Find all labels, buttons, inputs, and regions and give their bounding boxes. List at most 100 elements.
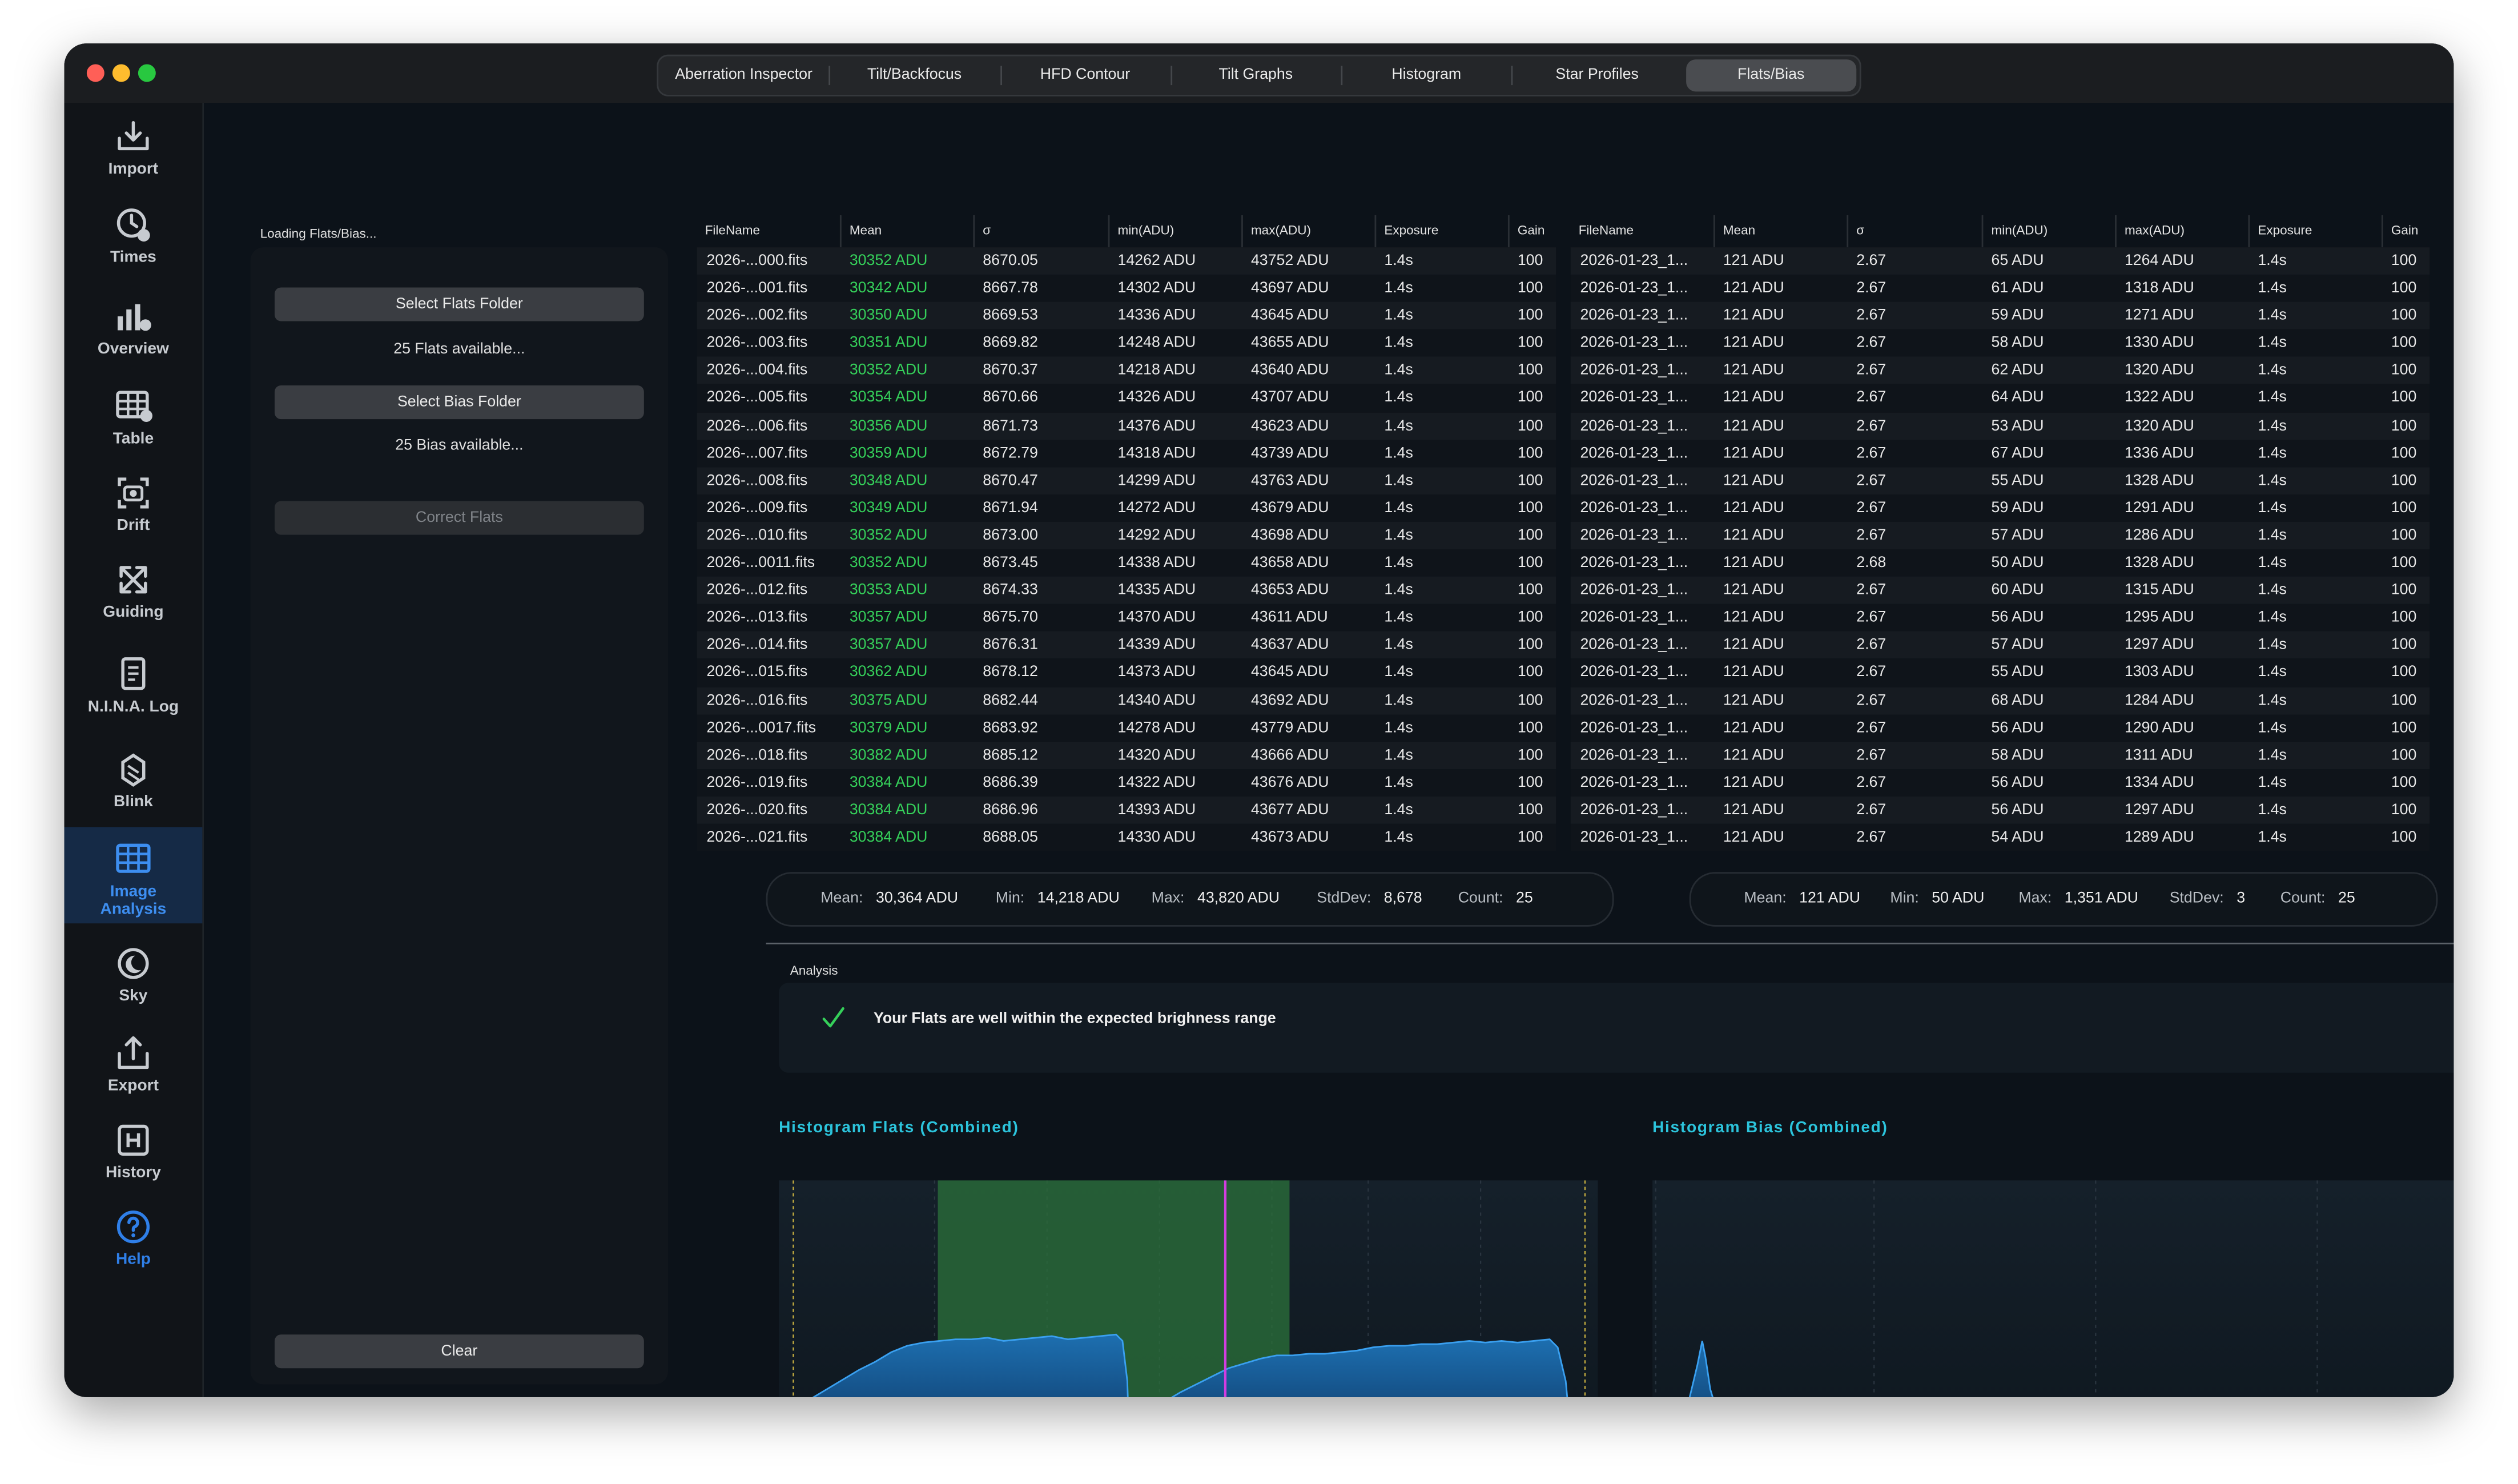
bias-table-body[interactable]: 2026-01-23_1... 121 ADU 2.67 65 ADU 1264 ADU… [1570,247,2430,860]
flats-table-row[interactable]: 2026-...010.fits 30352 ADU 8673.00 14292 AD… [697,521,1556,549]
flats-table-row[interactable]: 2026-...007.fits 30359 ADU 8672.79 14318 AD… [697,439,1556,467]
bias-table-row[interactable]: 2026-01-23_1... 121 ADU 2.67 58 ADU 1330 ADU… [1570,329,2430,357]
bias-table-row[interactable]: 2026-01-23_1... 121 ADU 2.67 59 ADU 1271 ADU… [1570,302,2430,330]
tab-aberration-inspector[interactable]: Aberration Inspector [658,59,829,91]
bias-table-row[interactable]: 2026-01-23_1... 121 ADU 2.67 64 ADU 1322 ADU… [1570,384,2430,412]
flats-table-row[interactable]: 2026-...012.fits 30353 ADU 8674.33 14335 AD… [697,577,1556,605]
flats-cell-filename: 2026-...016.fits [706,691,808,709]
flats-table-row[interactable]: 2026-...013.fits 30357 ADU 8675.70 14370 AD… [697,604,1556,632]
flats-cell-sigma: 8675.70 [983,609,1038,627]
flats-table-row[interactable]: 2026-...014.fits 30357 ADU 8676.31 14339 AD… [697,632,1556,659]
bias-table-row[interactable]: 2026-01-23_1... 121 ADU 2.67 54 ADU 1289 ADU… [1570,823,2430,851]
bias-table-row[interactable]: 2026-01-23_1... 121 ADU 2.68 50 ADU 1328 ADU… [1570,549,2430,577]
bias-cell-gain: 100 [2391,829,2417,847]
bias-table-row[interactable]: 2026-01-23_1... 121 ADU 2.67 68 ADU 1284 ADU… [1570,686,2430,714]
tab-hfd-contour[interactable]: HFD Contour [999,59,1170,91]
bias-table-row[interactable]: 2026-01-23_1... 121 ADU 2.67 58 ADU 1311 ADU… [1570,741,2430,769]
flats-table-row[interactable]: 2026-...002.fits 30350 ADU 8669.53 14336 AD… [697,302,1556,330]
sidebar-item-nina-log[interactable]: N.I.N.A. Log [65,654,203,727]
zoom-window-button[interactable] [138,64,156,82]
bias-col-header-filename[interactable]: FileName [1571,215,1713,247]
bias-table-row[interactable]: 2026-01-23_1... 121 ADU 2.67 59 ADU 1291 ADU… [1570,494,2430,522]
flats-col-header-exposure[interactable]: Exposure [1374,215,1508,248]
bias-table-row[interactable]: 2026-01-23_1... 121 ADU 2.67 55 ADU 1303 ADU… [1570,659,2430,687]
bias-table-row[interactable]: 2026-01-23_1... 121 ADU 2.67 56 ADU 1295 ADU… [1570,604,2430,632]
flats-table-row[interactable]: 2026-...0017.fits 30379 ADU 8683.92 14278 A… [697,714,1556,742]
sidebar-item-import[interactable]: Import [65,116,203,190]
sidebar-item-export[interactable]: Export [65,1032,203,1106]
sidebar-item-drift[interactable]: Drift [65,472,203,546]
bias-col-header-gain[interactable]: Gain [2381,215,2429,248]
sidebar-item-image-analysis[interactable]: Image Analysis [64,827,203,924]
close-window-button[interactable] [86,64,104,82]
bias-table-row[interactable]: 2026-01-23_1... 121 ADU 2.67 56 ADU 1334 ADU… [1570,769,2430,797]
flats-table-row[interactable]: 2026-...021.fits 30384 ADU 8688.05 14330 AD… [697,823,1556,851]
flats-table-row[interactable]: 2026-...018.fits 30382 ADU 8685.12 14320 AD… [697,741,1556,769]
flats-table: FileName Mean σ min(ADU) max(ADU) Exposure Gai… [697,215,1556,851]
bias-table-row[interactable]: 2026-01-23_1... 121 ADU 2.67 56 ADU 1297 ADU… [1570,796,2430,824]
clear-button[interactable]: Clear [274,1334,644,1369]
bias-cell-min: 60 ADU [1991,581,2044,600]
flats-table-row[interactable]: 2026-...004.fits 30352 ADU 8670.37 14218 AD… [697,357,1556,385]
flats-table-row[interactable]: 2026-...005.fits 30354 ADU 8670.66 14326 AD… [697,384,1556,412]
sidebar-item-sky[interactable]: Sky [65,943,203,1016]
bias-table-row[interactable]: 2026-01-23_1... 121 ADU 2.67 56 ADU 1290 ADU… [1570,714,2430,742]
flats-col-header-mean[interactable]: Mean [839,215,973,248]
tab-flats-bias[interactable]: Flats/Bias [1686,59,1857,92]
flats-col-header-sigma[interactable]: σ [973,215,1108,248]
flats-table-row[interactable]: 2026-...015.fits 30362 ADU 8678.12 14373 AD… [697,659,1556,687]
bias-col-header-mean[interactable]: Mean [1713,215,1847,248]
sidebar-item-overview[interactable]: Overview [65,296,203,369]
tab-star-profiles[interactable]: Star Profiles [1511,59,1683,91]
sidebar-item-label: Help [115,1250,151,1269]
sidebar-item-table[interactable]: Table [65,385,203,459]
bias-table-row[interactable]: 2026-01-23_1... 121 ADU 2.67 62 ADU 1320 ADU… [1570,357,2430,385]
flats-col-header-min[interactable]: min(ADU) [1108,215,1241,248]
sidebar-item-guiding[interactable]: Guiding [65,559,203,633]
flats-table-row[interactable]: 2026-...016.fits 30375 ADU 8682.44 14340 AD… [697,686,1556,714]
bias-cell-filename: 2026-01-23_1... [1580,307,1688,325]
tab-histogram[interactable]: Histogram [1341,59,1512,91]
bias-table-row[interactable]: 2026-01-23_1... 121 ADU 2.67 53 ADU 1320 ADU… [1570,412,2430,440]
flats-table-row[interactable]: 2026-...003.fits 30351 ADU 8669.82 14248 AD… [697,329,1556,357]
bias-table-row[interactable]: 2026-01-23_1... 121 ADU 2.67 61 ADU 1318 ADU… [1570,275,2430,303]
bias-col-header-max[interactable]: max(ADU) [2115,215,2248,248]
sidebar-item-times[interactable]: Times [65,204,203,278]
flats-cell-filename: 2026-...013.fits [706,609,808,627]
flats-table-body[interactable]: 2026-...000.fits 30352 ADU 8670.05 14262 AD… [697,247,1556,860]
bias-col-header-min[interactable]: min(ADU) [1981,215,2115,248]
bias-cell-mean: 121 ADU [1723,718,1784,737]
flats-col-header-filename[interactable]: FileName [697,215,840,247]
bias-table-row[interactable]: 2026-01-23_1... 121 ADU 2.67 65 ADU 1264 ADU… [1570,247,2430,275]
sidebar-item-blink[interactable]: Blink [65,749,203,822]
bias-table-row[interactable]: 2026-01-23_1... 121 ADU 2.67 57 ADU 1297 ADU… [1570,632,2430,659]
sidebar-item-help[interactable]: Help [65,1206,203,1280]
select-bias-folder-button[interactable]: Select Bias Folder [274,385,644,420]
bias-table-row[interactable]: 2026-01-23_1... 121 ADU 2.67 67 ADU 1336 ADU… [1570,439,2430,467]
flats-table-row[interactable]: 2026-...008.fits 30348 ADU 8670.47 14299 AD… [697,466,1556,494]
minimize-window-button[interactable] [112,64,130,82]
tab-tilt-graphs[interactable]: Tilt Graphs [1170,59,1341,91]
bias-table-row[interactable]: 2026-01-23_1... 121 ADU 2.67 55 ADU 1328 ADU… [1570,466,2430,494]
flats-table-row[interactable]: 2026-...009.fits 30349 ADU 8671.94 14272 AD… [697,494,1556,522]
flats-cell-gain: 100 [1517,636,1543,654]
bias-col-header-exposure[interactable]: Exposure [2248,215,2382,248]
flats-table-row[interactable]: 2026-...001.fits 30342 ADU 8667.78 14302 AD… [697,275,1556,303]
flats-col-header-gain[interactable]: Gain [1507,215,1556,248]
sidebar-item-history[interactable]: History [65,1119,203,1193]
bias-cell-max: 1318 ADU [2124,279,2194,297]
flats-table-row[interactable]: 2026-...019.fits 30384 ADU 8686.39 14322 AD… [697,769,1556,797]
flats-table-row[interactable]: 2026-...006.fits 30356 ADU 8671.73 14376 AD… [697,412,1556,440]
bias-table-row[interactable]: 2026-01-23_1... 121 ADU 2.67 60 ADU 1315 ADU… [1570,577,2430,605]
select-flats-folder-button[interactable]: Select Flats Folder [274,287,644,321]
flats-table-row[interactable]: 2026-...000.fits 30352 ADU 8670.05 14262 AD… [697,247,1556,275]
tab-tilt-backfocus[interactable]: Tilt/Backfocus [829,59,1000,91]
bias-table-row[interactable]: 2026-01-23_1... 121 ADU 2.67 57 ADU 1286 ADU… [1570,521,2430,549]
flats-table-row[interactable]: 2026-...0011.fits 30352 ADU 8673.45 14338 A… [697,549,1556,577]
flats-table-row[interactable]: 2026-...020.fits 30384 ADU 8686.96 14393 AD… [697,796,1556,824]
clock-icon [116,208,150,242]
bias-col-header-sigma[interactable]: σ [1847,215,1981,248]
correct-flats-button[interactable]: Correct Flats [274,501,644,535]
flats-col-header-max[interactable]: max(ADU) [1241,215,1374,248]
flats-cell-gain: 100 [1517,526,1543,545]
